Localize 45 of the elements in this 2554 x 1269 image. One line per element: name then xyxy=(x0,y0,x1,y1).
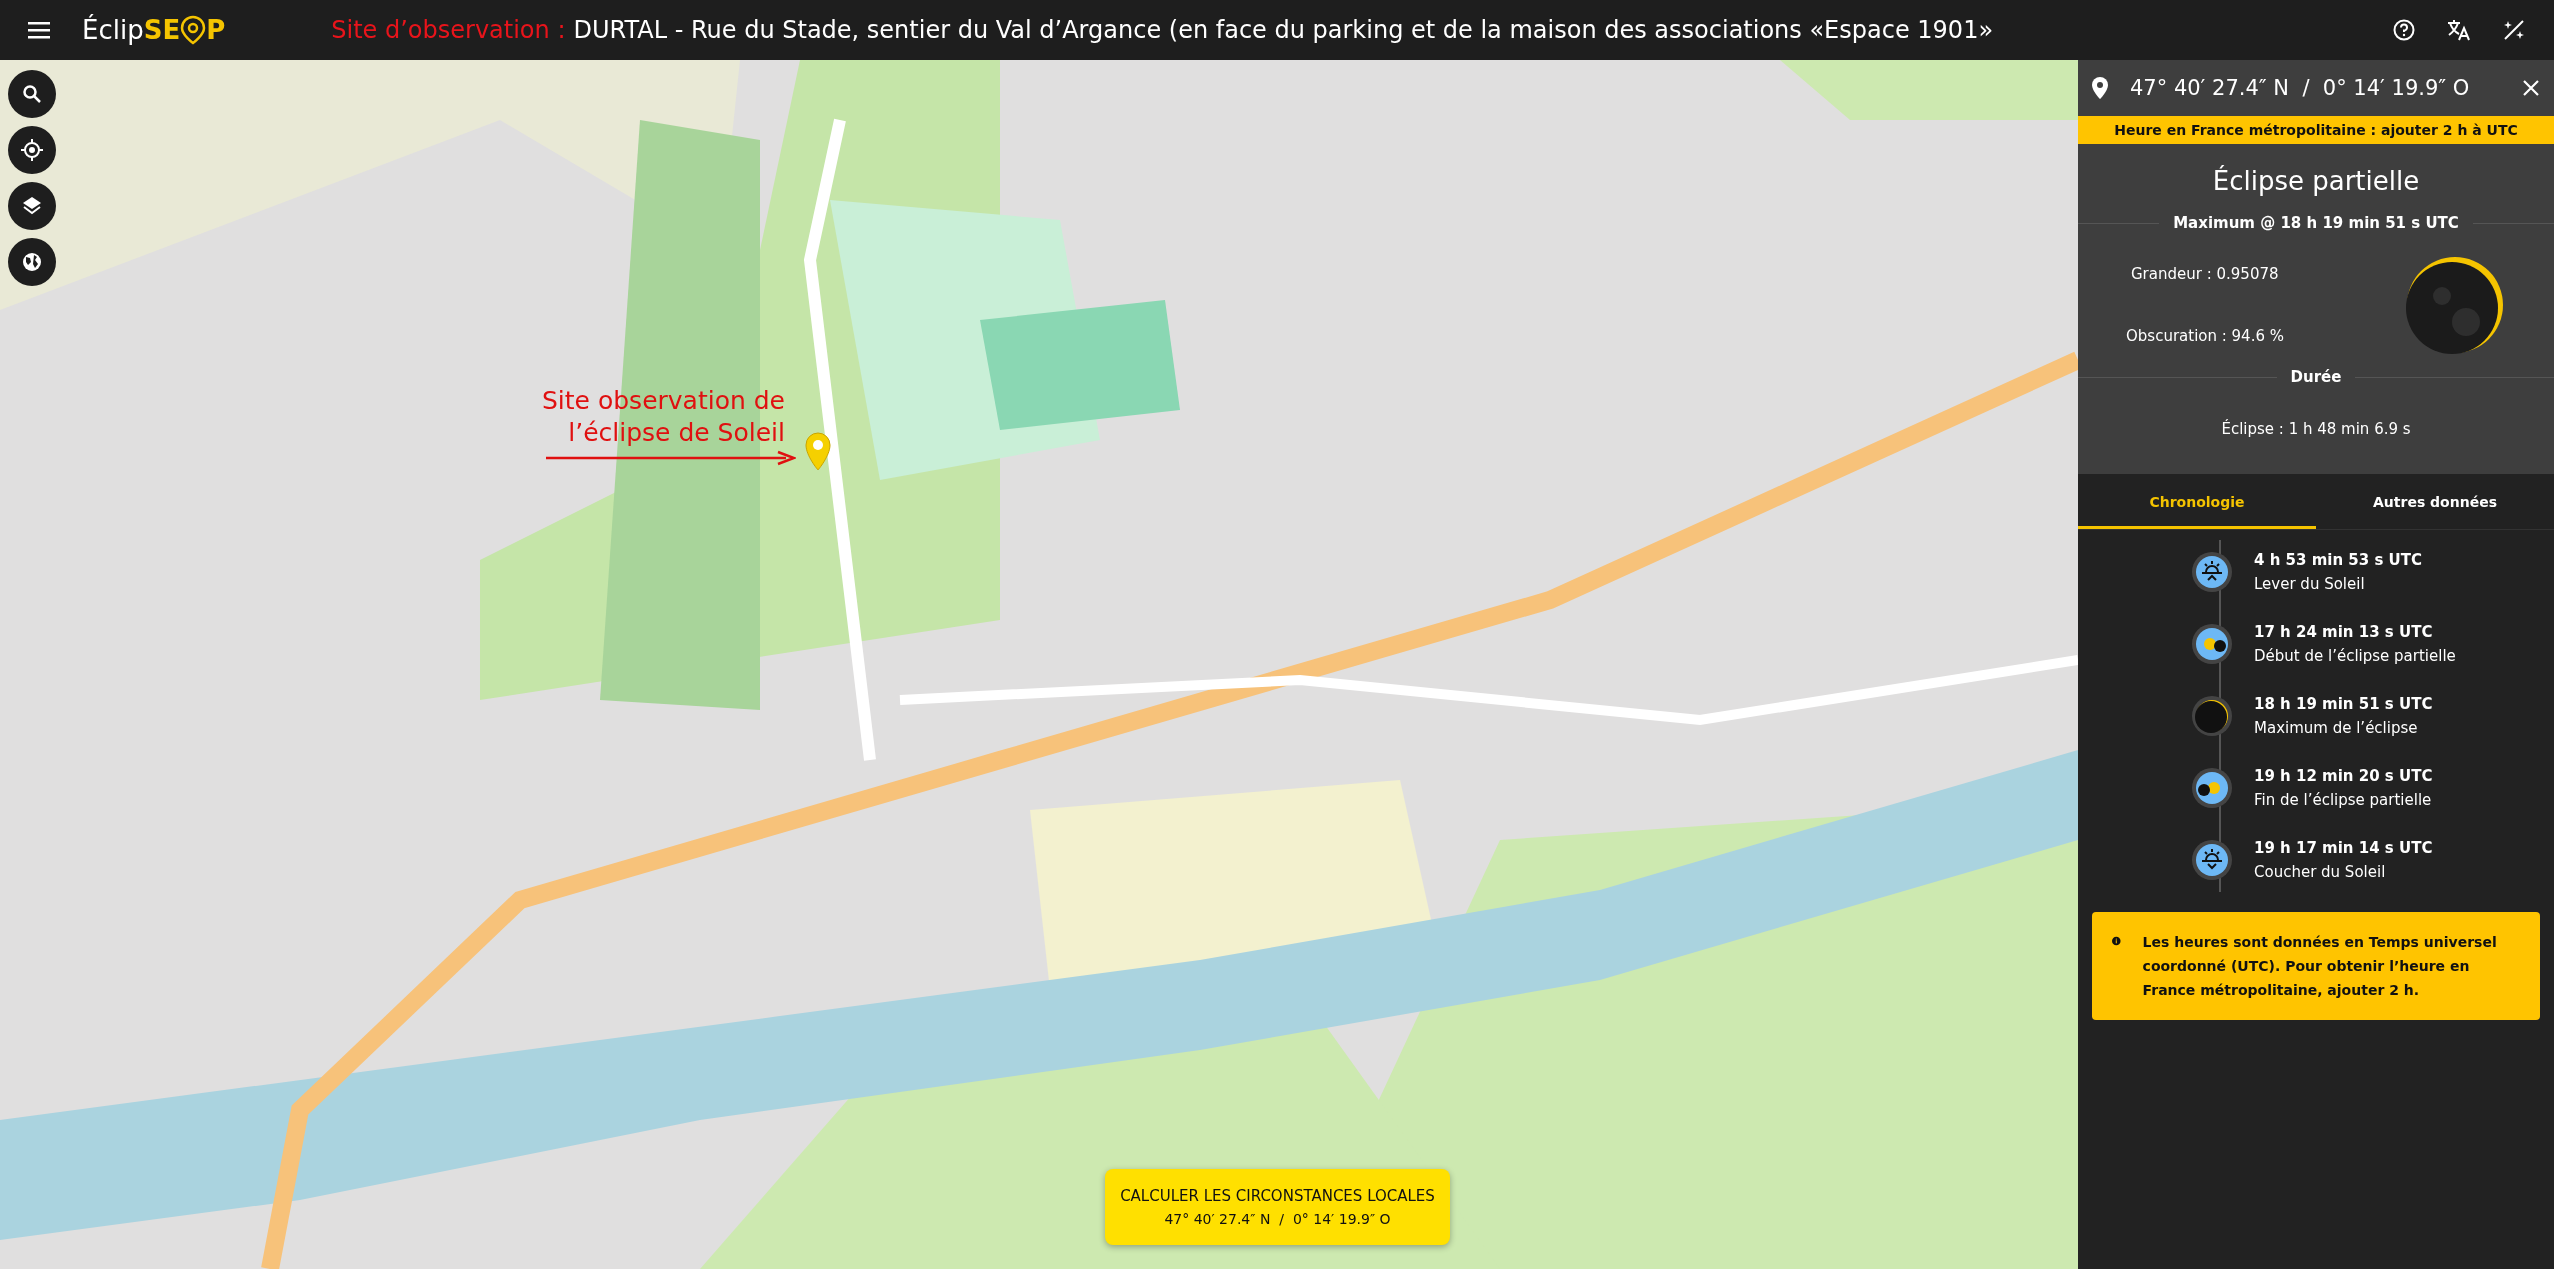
site-name: DURTAL - Rue du Stade, sentier du Val d’Argance (en face du parking et de la maison des associations «Espace 1901» xyxy=(573,16,1994,44)
help-icon xyxy=(2392,18,2416,42)
tab[interactable]: Chronologie xyxy=(2078,474,2316,529)
map-marker-icon xyxy=(804,432,832,472)
sparkle-off-icon xyxy=(2502,18,2526,42)
close-button[interactable] xyxy=(2522,79,2540,97)
event-label: Lever du Soleil xyxy=(2254,575,2366,593)
eclipse-title: Éclipse partielle xyxy=(2212,166,2420,196)
event-label: Maximum de l’éclipse xyxy=(2254,719,2419,737)
event-time: 18 h 19 min 51 s UTC xyxy=(2254,695,2433,713)
logo-letter: P xyxy=(206,15,226,45)
partial-eclipse-icon xyxy=(2190,622,2234,666)
logo: ÉclipSE xyxy=(82,15,181,45)
event-time: 4 h 53 min 53 s UTC xyxy=(2254,551,2422,569)
time-notice: Heure en France métropolitaine : ajouter 2 h à UTC xyxy=(2078,116,2554,144)
crosshair-icon xyxy=(20,138,44,162)
coordinates: 47° 40′ 27.4″ N / 0° 14′ 19.9″ O xyxy=(2130,76,2471,100)
duration-heading: Durée xyxy=(2290,368,2342,386)
event-label: Coucher du Soleil xyxy=(2254,863,2387,881)
event-label: Début de l’éclipse partielle xyxy=(2254,647,2456,665)
search-icon xyxy=(22,84,42,104)
layers-icon xyxy=(21,195,43,217)
menu-icon xyxy=(28,21,50,39)
maximum-heading: Maximum @ 18 h 19 min 51 s UTC xyxy=(2173,214,2459,232)
translate-icon xyxy=(2446,18,2472,42)
site-label: Site d’observation : xyxy=(331,16,566,44)
event-time: 17 h 24 min 13 s UTC xyxy=(2254,623,2434,641)
tab[interactable]: Autres données xyxy=(2316,474,2554,529)
magnitude-text: Grandeur : 0.95078 xyxy=(2130,265,2280,283)
obscuration-text: Obscuration : 94.6 % xyxy=(2126,327,2285,345)
site-annotation: Site observation de l’éclipse de Soleil xyxy=(541,385,785,449)
globe-icon xyxy=(21,251,43,273)
duration-text: Éclipse : 1 h 48 min 6.9 s xyxy=(2221,420,2411,438)
sunrise-icon xyxy=(2190,550,2234,594)
eclipse-maximum-icon xyxy=(2190,694,2234,738)
location-pin-icon xyxy=(2092,77,2108,99)
sunset-icon xyxy=(2190,838,2234,882)
event-time: 19 h 12 min 20 s UTC xyxy=(2254,767,2433,785)
info-text: Les heures sont données en Temps universel coordonné (UTC). Pour obtenir l’heure en France métropolitaine, ajouter 2 h. xyxy=(2142,933,2498,1000)
location-pin-icon xyxy=(180,15,207,45)
calculate-button[interactable]: CALCULER LES CIRCONSTANCES LOCALES 47° 40′ 27.4″ N / 0° 14′ 19.9″ O xyxy=(1105,1169,1450,1245)
moon-eclipse-icon xyxy=(2406,256,2504,354)
partial-eclipse-icon xyxy=(2190,766,2234,810)
event-time: 19 h 17 min 14 s UTC xyxy=(2254,839,2433,857)
event-label: Fin de l’éclipse partielle xyxy=(2254,791,2433,809)
